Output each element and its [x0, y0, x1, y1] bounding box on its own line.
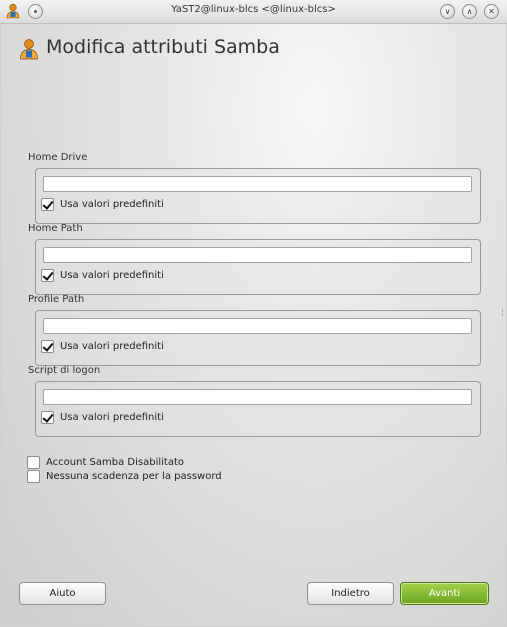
home-path-default-label: Usa valori predefiniti: [60, 270, 164, 281]
home-path-default-checkbox[interactable]: Usa valori predefiniti: [41, 269, 164, 282]
account-disabled-checkbox[interactable]: Account Samba Disabilitato: [27, 456, 184, 469]
logon-script-group: Usa valori predefiniti: [35, 381, 481, 437]
account-disabled-label: Account Samba Disabilitato: [46, 457, 185, 468]
profile-path-input[interactable]: [43, 318, 472, 334]
window-titlebar[interactable]: YaST2@linux-blcs <@linux-blcs> ∨ ∧ ✕: [0, 0, 507, 24]
home-drive-group: Usa valori predefiniti: [35, 168, 481, 224]
home-drive-label: Home Drive: [28, 152, 88, 163]
checkbox-unchecked-icon[interactable]: [27, 470, 40, 483]
page-title: Modifica attributi Samba: [46, 36, 280, 58]
user-icon: [20, 39, 38, 60]
maximize-button[interactable]: ∧: [462, 4, 477, 19]
profile-path-group: Usa valori predefiniti: [35, 310, 481, 366]
close-icon: ✕: [488, 7, 495, 16]
home-drive-default-checkbox[interactable]: Usa valori predefiniti: [41, 198, 164, 211]
profile-path-label: Profile Path: [28, 294, 85, 305]
checkbox-checked-icon[interactable]: [41, 340, 54, 353]
resize-grip[interactable]: [502, 309, 506, 316]
minimize-button[interactable]: ∨: [440, 4, 455, 19]
logon-script-default-label: Usa valori predefiniti: [60, 412, 164, 423]
close-button[interactable]: ✕: [484, 4, 499, 19]
home-drive-default-label: Usa valori predefiniti: [60, 199, 164, 210]
home-drive-input[interactable]: [43, 176, 472, 192]
logon-script-label: Script di logon: [28, 365, 101, 376]
checkbox-checked-icon[interactable]: [41, 198, 54, 211]
logon-script-default-checkbox[interactable]: Usa valori predefiniti: [41, 411, 164, 424]
back-button[interactable]: Indietro: [307, 582, 394, 605]
help-button[interactable]: Aiuto: [19, 582, 106, 605]
home-path-group: Usa valori predefiniti: [35, 239, 481, 295]
checkbox-unchecked-icon[interactable]: [27, 456, 40, 469]
home-path-label: Home Path: [28, 223, 83, 234]
profile-path-default-checkbox[interactable]: Usa valori predefiniti: [41, 340, 164, 353]
window-title: YaST2@linux-blcs <@linux-blcs>: [171, 4, 336, 15]
no-password-expiry-checkbox[interactable]: Nessuna scadenza per la password: [27, 470, 222, 483]
home-path-input[interactable]: [43, 247, 472, 263]
maximize-icon: ∧: [466, 7, 473, 16]
no-password-expiry-label: Nessuna scadenza per la password: [46, 471, 222, 482]
minimize-icon: ∨: [444, 7, 451, 16]
profile-path-default-label: Usa valori predefiniti: [60, 341, 164, 352]
checkbox-checked-icon[interactable]: [41, 269, 54, 282]
checkbox-checked-icon[interactable]: [41, 411, 54, 424]
logon-script-input[interactable]: [43, 389, 472, 405]
next-button[interactable]: Avanti: [400, 582, 489, 605]
